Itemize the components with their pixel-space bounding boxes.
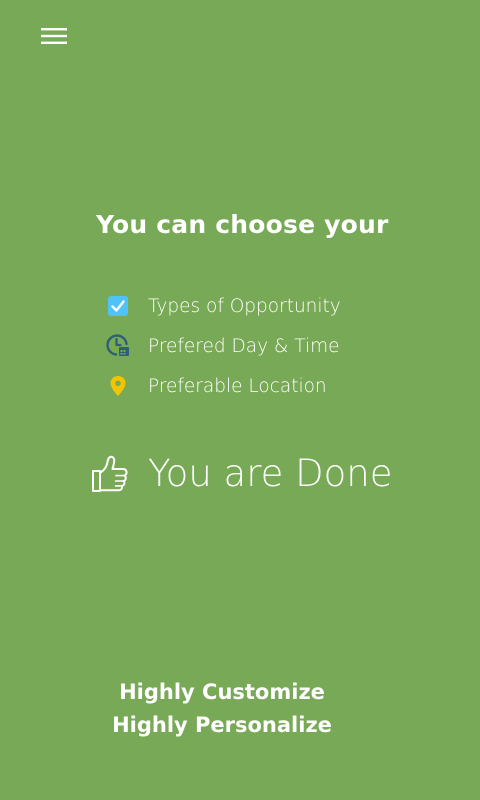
- thumbs-up-icon: [90, 454, 130, 494]
- feature-item-location: Preferable Location: [105, 366, 445, 406]
- footer-tagline: Highly Customize Highly Personalize: [0, 676, 444, 742]
- tagline-line-1: Highly Customize: [119, 680, 325, 704]
- tagline-line-2: Highly Personalize: [112, 713, 332, 737]
- feature-item-opportunity: Types of Opportunity: [105, 286, 445, 326]
- menu-button[interactable]: [36, 22, 72, 50]
- location-pin-icon: [105, 373, 131, 399]
- feature-label: Prefered Day & Time: [148, 335, 340, 357]
- feature-label: Types of Opportunity: [148, 295, 341, 317]
- feature-label: Preferable Location: [148, 375, 327, 397]
- hamburger-menu-icon: [41, 28, 67, 44]
- done-label: You are Done: [148, 452, 393, 495]
- checkbox-checked-icon: [105, 293, 131, 319]
- feature-item-day-time: Prefered Day & Time: [105, 326, 445, 366]
- clock-calendar-icon: [105, 333, 131, 359]
- done-message: You are Done: [90, 452, 392, 495]
- headline: You can choose your: [96, 210, 389, 239]
- feature-list: Types of Opportunity Prefered Day & Time: [105, 286, 445, 406]
- intro-screen: You can choose your Types of Opportunity: [0, 0, 480, 800]
